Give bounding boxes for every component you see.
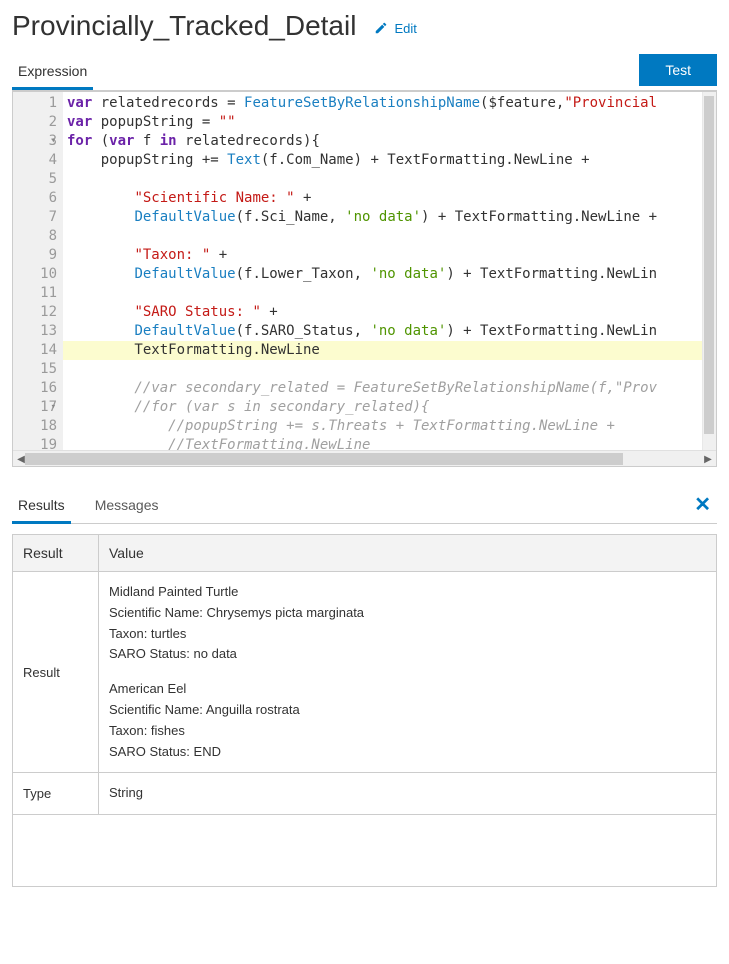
editor-tabs: Expression Test <box>12 54 717 91</box>
code-area[interactable]: var relatedrecords = FeatureSetByRelatio… <box>63 92 716 450</box>
edit-button[interactable]: Edit <box>374 21 416 36</box>
fold-icon[interactable]: ▾ <box>51 132 56 151</box>
cell-value: String <box>99 773 717 815</box>
scroll-right-icon[interactable]: ▶ <box>700 451 716 467</box>
table-row: Type String <box>13 773 717 815</box>
cell-key: Result <box>13 572 99 773</box>
tab-messages[interactable]: Messages <box>89 489 165 524</box>
test-button[interactable]: Test <box>639 54 717 86</box>
code-editor[interactable]: 123▾4567891011121314151617▾181920 var re… <box>12 91 717 467</box>
tab-expression[interactable]: Expression <box>12 55 93 90</box>
header: Provincially_Tracked_Detail Edit <box>12 10 717 42</box>
horizontal-scrollbar[interactable]: ◀ ▶ <box>13 450 716 466</box>
pencil-icon <box>374 21 388 35</box>
cell-value: Midland Painted Turtle Scientific Name: … <box>99 572 717 773</box>
edit-label: Edit <box>394 21 416 36</box>
vertical-scrollbar[interactable] <box>702 92 716 450</box>
tab-results[interactable]: Results <box>12 489 71 524</box>
fold-icon[interactable]: ▾ <box>51 398 56 417</box>
col-result: Result <box>13 535 99 572</box>
line-gutter: 123▾4567891011121314151617▾181920 <box>13 92 63 450</box>
page-title: Provincially_Tracked_Detail <box>12 10 356 42</box>
col-value: Value <box>99 535 717 572</box>
results-tabs: Results Messages ✕ <box>12 489 717 524</box>
table-row: Result Midland Painted Turtle Scientific… <box>13 572 717 773</box>
cell-key: Type <box>13 773 99 815</box>
close-icon[interactable]: ✕ <box>688 492 717 517</box>
empty-area <box>12 815 717 887</box>
results-table: Result Value Result Midland Painted Turt… <box>12 534 717 815</box>
